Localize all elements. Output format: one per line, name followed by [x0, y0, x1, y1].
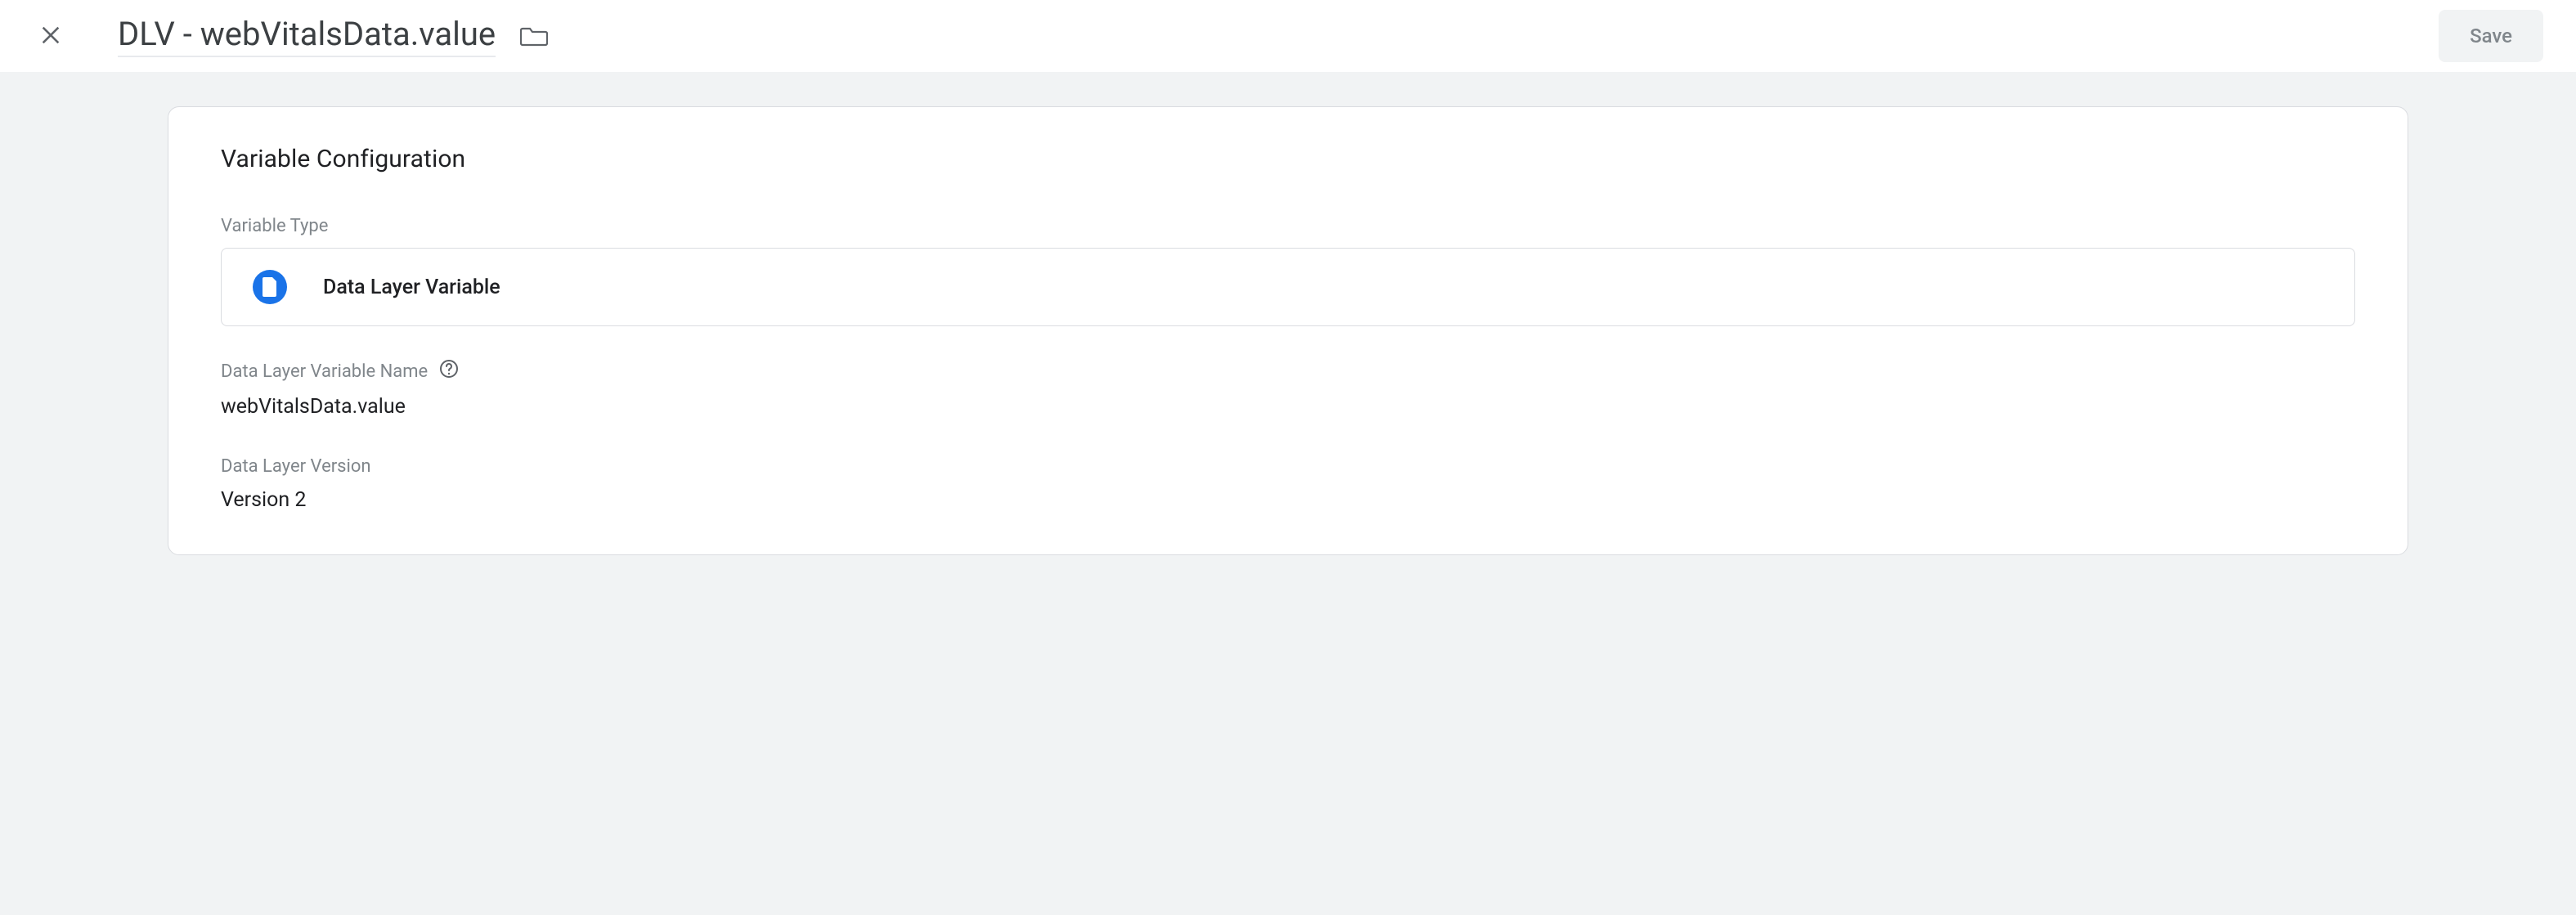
header-bar: DLV - webVitalsData.value Save [0, 0, 2576, 74]
close-button[interactable] [29, 14, 72, 59]
content-area: Variable Configuration Variable Type Dat… [0, 74, 2576, 915]
close-icon [39, 24, 62, 49]
data-layer-variable-icon [253, 270, 287, 304]
dlv-name-label: Data Layer Variable Name [221, 359, 2355, 383]
help-icon[interactable] [439, 359, 459, 383]
folder-icon[interactable] [520, 25, 548, 47]
dlv-name-value: webVitalsData.value [221, 395, 2355, 419]
variable-type-label: Variable Type [221, 216, 2355, 236]
title-wrap: DLV - webVitalsData.value [118, 15, 548, 57]
dlv-name-label-text: Data Layer Variable Name [221, 361, 428, 382]
dlv-version-value: Version 2 [221, 488, 2355, 512]
variable-type-value: Data Layer Variable [323, 276, 500, 299]
variable-config-card: Variable Configuration Variable Type Dat… [168, 106, 2408, 555]
card-title: Variable Configuration [221, 145, 2355, 173]
variable-title[interactable]: DLV - webVitalsData.value [118, 15, 496, 57]
dlv-version-label: Data Layer Version [221, 456, 2355, 477]
save-button[interactable]: Save [2439, 10, 2543, 62]
variable-type-selector[interactable]: Data Layer Variable [221, 248, 2355, 326]
